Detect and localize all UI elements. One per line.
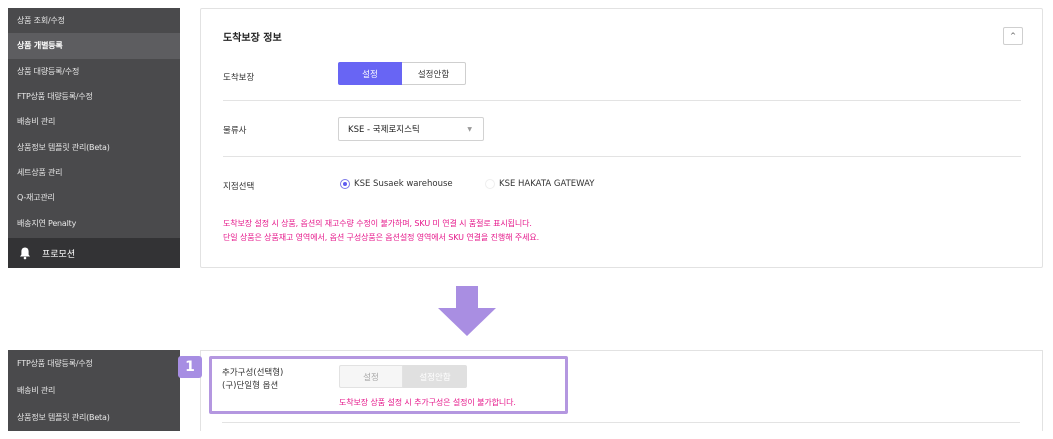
sidebar-item-shipping-fee[interactable]: 배송비 관리 — [8, 377, 180, 404]
branch-radio-susaek[interactable]: KSE Susaek warehouse — [340, 179, 453, 189]
arrow-down-icon — [438, 286, 496, 336]
sidebar-item-label: 상품정보 템플릿 관리(Beta) — [17, 142, 110, 152]
sidebar-item-label: FTP상품 대량등록/수정 — [17, 359, 93, 368]
sidebar-promotion[interactable]: 프로모션 — [8, 238, 180, 268]
sidebar-item-ftp-bulk-register[interactable]: FTP상품 대량등록/수정 — [8, 84, 180, 109]
step-badge: 1 — [178, 356, 202, 378]
sidebar-bottom: FTP상품 대량등록/수정 배송비 관리 상품정보 템플릿 관리(Beta) — [8, 350, 180, 431]
sidebar-item-label: 상품 개별등록 — [17, 41, 63, 51]
notice-line-2: 단일 상품은 상품재고 영역에서, 옵션 구성상품은 옵션설정 영역에서 SKU… — [223, 233, 540, 242]
sidebar-item-label: 상품정보 템플릿 관리(Beta) — [17, 413, 110, 422]
logistics-label: 물류사 — [223, 126, 247, 136]
sidebar-item-product-register[interactable]: 상품 개별등록 — [8, 33, 180, 59]
sidebar-item-label: 배송비 관리 — [17, 117, 56, 127]
sidebar-item-label: 세트상품 관리 — [17, 167, 63, 177]
notice-line-1: 도착보장 설정 시 상품, 옵션의 재고수량 수정이 불가하며, SKU 미 연… — [223, 219, 532, 228]
sidebar-item-shipping-fee[interactable]: 배송비 관리 — [8, 109, 180, 134]
chevron-up-icon: ^ — [1010, 32, 1016, 40]
sidebar-top: 상품 조회/수정 상품 개별등록 상품 대량등록/수정 FTP상품 대량등록/수… — [8, 8, 180, 268]
divider — [223, 100, 1021, 101]
divider — [222, 422, 1020, 423]
sidebar-item-label: FTP상품 대량등록/수정 — [17, 92, 93, 102]
sidebar-item-template[interactable]: 상품정보 템플릿 관리(Beta) — [8, 134, 180, 159]
highlight-box — [209, 356, 568, 414]
radio-unchecked-icon — [485, 179, 495, 189]
radio-checked-icon — [340, 179, 350, 189]
radio-label: KSE Susaek warehouse — [354, 179, 453, 189]
guarantee-off-button[interactable]: 설정안함 — [402, 62, 466, 85]
panel-title: 도착보장 정보 — [223, 33, 282, 44]
guarantee-label: 도착보장 — [223, 73, 255, 83]
sidebar-item-label: 상품 조회/수정 — [17, 16, 65, 26]
logistics-select[interactable]: KSE - 국제로지스틱 ▼ — [338, 117, 484, 141]
sidebar-item-label: 배송지연 Penalty — [17, 218, 77, 228]
sidebar-item-label: Q-재고관리 — [17, 193, 55, 203]
chevron-down-icon: ▼ — [467, 126, 472, 133]
guarantee-on-button[interactable]: 설정 — [338, 62, 402, 85]
collapse-button[interactable]: ^ — [1003, 27, 1023, 45]
sidebar-item-ftp-bulk-register[interactable]: FTP상품 대량등록/수정 — [8, 350, 180, 377]
tutorial-figure: 상품 조회/수정 상품 개별등록 상품 대량등록/수정 FTP상품 대량등록/수… — [0, 0, 1053, 439]
sidebar-item-template[interactable]: 상품정보 템플릿 관리(Beta) — [8, 404, 180, 431]
branch-radio-hakata[interactable]: KSE HAKATA GATEWAY — [485, 179, 594, 189]
divider — [223, 156, 1021, 157]
sidebar-item-set-product[interactable]: 세트상품 관리 — [8, 160, 180, 185]
guarantee-toggle: 설정 설정안함 — [338, 62, 466, 85]
bell-icon — [20, 247, 30, 260]
sidebar-item-bulk-register[interactable]: 상품 대량등록/수정 — [8, 59, 180, 84]
branch-label: 지점선택 — [223, 182, 255, 192]
radio-label: KSE HAKATA GATEWAY — [499, 179, 595, 189]
arrival-guarantee-panel: 도착보장 정보 ^ 도착보장 설정 설정안함 물류사 KSE - 국제로지스틱 … — [200, 8, 1043, 268]
sidebar-item-label: 배송비 관리 — [17, 386, 56, 395]
sidebar-item-product-search[interactable]: 상품 조회/수정 — [8, 8, 180, 33]
sidebar-item-delay-penalty[interactable]: 배송지연 Penalty — [8, 210, 180, 235]
logistics-selected-value: KSE - 국제로지스틱 — [348, 125, 420, 135]
sidebar-item-q-inventory[interactable]: Q-재고관리 — [8, 185, 180, 210]
promotion-label: 프로모션 — [42, 249, 76, 260]
sidebar-item-label: 상품 대량등록/수정 — [17, 66, 80, 76]
